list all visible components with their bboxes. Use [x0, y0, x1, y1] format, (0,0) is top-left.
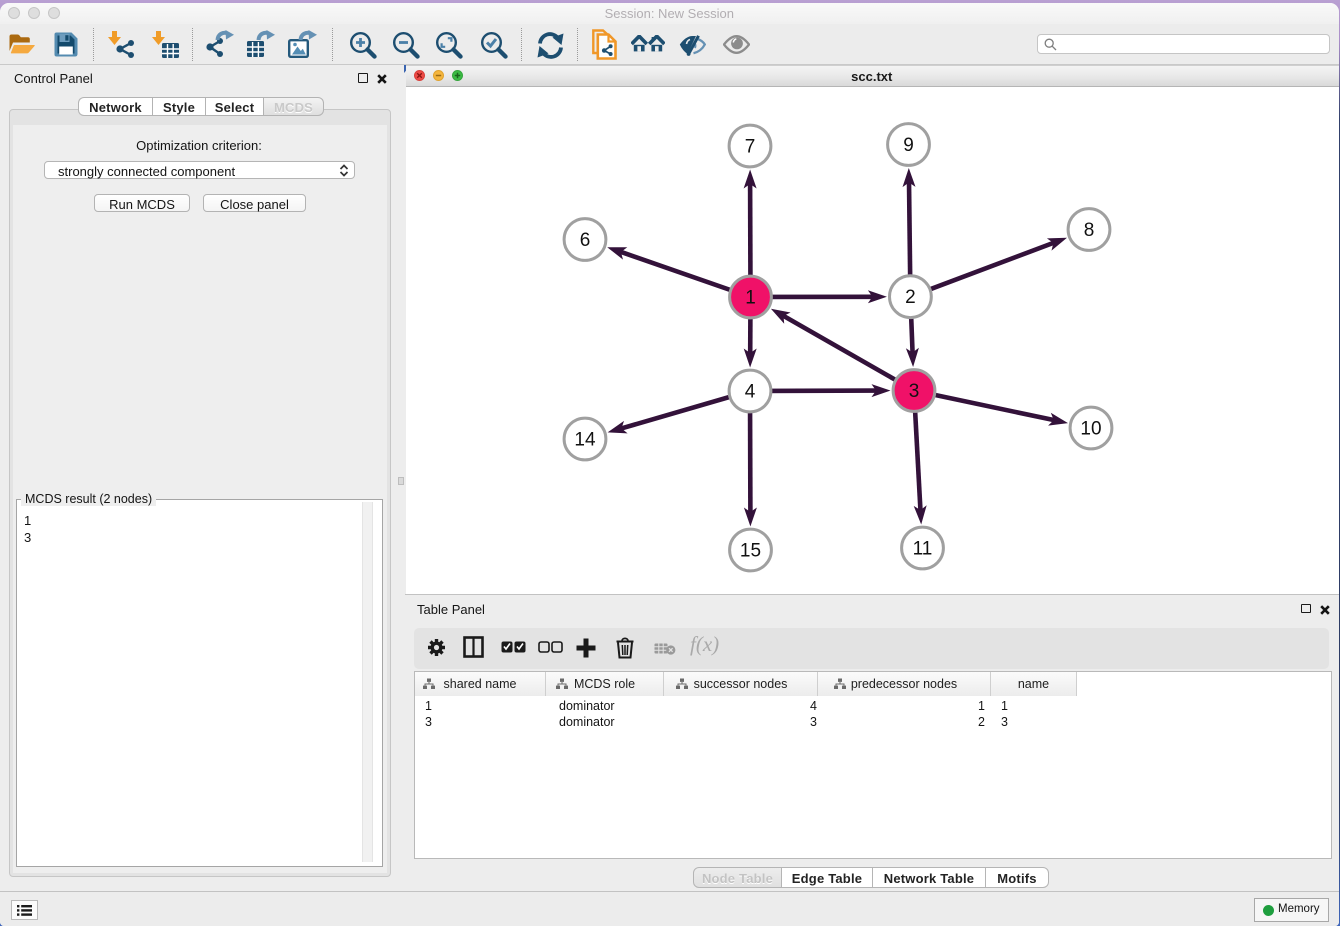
- svg-text:3: 3: [909, 381, 920, 402]
- svg-text:7: 7: [745, 137, 756, 158]
- svg-text:14: 14: [574, 430, 596, 451]
- svg-text:9: 9: [903, 135, 914, 156]
- svg-text:2: 2: [905, 287, 916, 308]
- svg-text:15: 15: [740, 541, 761, 562]
- svg-text:4: 4: [745, 382, 756, 403]
- svg-text:6: 6: [580, 230, 591, 251]
- svg-text:1: 1: [745, 288, 756, 309]
- svg-text:10: 10: [1080, 419, 1101, 440]
- svg-text:8: 8: [1084, 220, 1095, 241]
- svg-text:11: 11: [913, 539, 933, 560]
